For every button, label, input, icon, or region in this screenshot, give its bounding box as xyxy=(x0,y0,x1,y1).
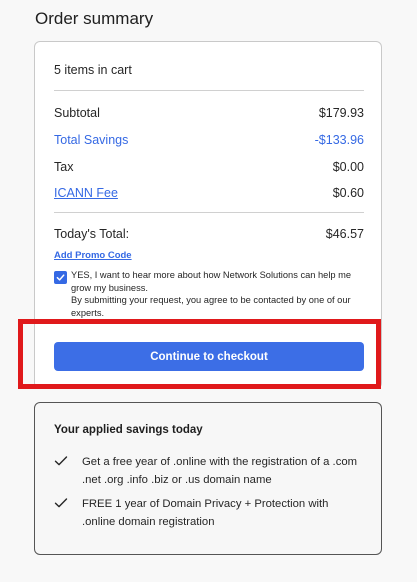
total-savings-label: Total Savings xyxy=(54,133,129,147)
subtotal-row: Subtotal $179.93 xyxy=(54,106,364,120)
checkbox-checked-icon xyxy=(56,274,65,281)
total-savings-value: -$133.96 xyxy=(314,133,364,147)
todays-total-label: Today's Total: xyxy=(54,227,130,241)
consent-text-line1: YES, I want to hear more about how Netwo… xyxy=(71,270,352,293)
savings-item: Get a free year of .online with the regi… xyxy=(54,453,364,489)
divider xyxy=(54,90,364,91)
subtotal-label: Subtotal xyxy=(54,106,100,120)
add-promo-code-link[interactable]: Add Promo Code xyxy=(54,250,132,261)
savings-item: FREE 1 year of Domain Privacy + Protecti… xyxy=(54,495,364,531)
consent-text-line2: By submitting your request, you agree to… xyxy=(71,295,351,318)
tax-row: Tax $0.00 xyxy=(54,160,364,174)
applied-savings-card: Your applied savings today Get a free ye… xyxy=(34,402,382,555)
todays-total-value: $46.57 xyxy=(325,227,364,241)
divider xyxy=(54,212,364,213)
marketing-consent-checkbox[interactable] xyxy=(54,271,67,284)
icann-fee-link[interactable]: ICANN Fee xyxy=(54,186,118,200)
icann-fee-row: ICANN Fee $0.60 xyxy=(54,186,364,200)
items-in-cart-count: 5 items in cart xyxy=(54,63,132,77)
todays-total-row: Today's Total: $46.57 xyxy=(54,227,364,241)
savings-item-text: FREE 1 year of Domain Privacy + Protecti… xyxy=(82,498,329,528)
tax-value: $0.00 xyxy=(332,160,364,174)
page-title: Order summary xyxy=(35,9,154,28)
applied-savings-title: Your applied savings today xyxy=(54,424,203,436)
subtotal-value: $179.93 xyxy=(318,106,364,120)
total-savings-row: Total Savings -$133.96 xyxy=(54,133,364,147)
checkmark-icon xyxy=(54,498,68,508)
marketing-consent: YES, I want to hear more about how Netwo… xyxy=(54,269,364,320)
tax-label: Tax xyxy=(54,160,74,174)
savings-item-text: Get a free year of .online with the regi… xyxy=(82,456,358,486)
continue-to-checkout-button[interactable]: Continue to checkout xyxy=(54,342,364,371)
order-summary-card: 5 items in cart Subtotal $179.93 Total S… xyxy=(34,41,382,389)
checkmark-icon xyxy=(54,456,68,466)
icann-fee-value: $0.60 xyxy=(332,186,364,200)
